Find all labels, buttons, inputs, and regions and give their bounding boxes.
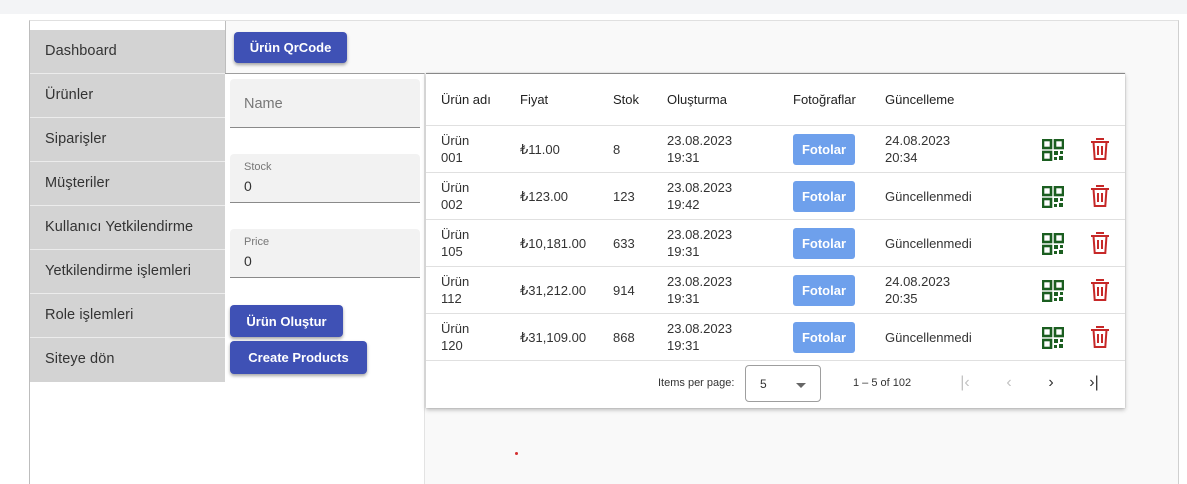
- product-stock: 868: [613, 330, 635, 345]
- product-name: Ürün 002: [441, 180, 470, 212]
- product-created: 23.08.2023 19:42: [667, 180, 733, 212]
- sidebar-item-authorization-operations[interactable]: Yetkilendirme işlemleri: [30, 250, 225, 294]
- sidebar-item-products[interactable]: Ürünler: [30, 74, 225, 118]
- header-created[interactable]: Oluşturma: [667, 92, 727, 107]
- product-updated: 24.08.2023 20:35: [885, 274, 951, 306]
- stock-label: Stock: [244, 161, 272, 173]
- sidebar-item-role-operations[interactable]: Role işlemleri: [30, 294, 225, 338]
- product-created: 23.08.2023 19:31: [667, 227, 733, 259]
- sidebar-item-dashboard[interactable]: Dashboard: [30, 30, 225, 74]
- product-created: 23.08.2023 19:31: [667, 274, 733, 306]
- qrcode-icon[interactable]: [1042, 233, 1064, 255]
- chevron-left-icon[interactable]: ‹: [998, 372, 1020, 394]
- chevron-right-icon[interactable]: ›: [1040, 372, 1062, 394]
- product-name: Ürün 001: [441, 133, 470, 165]
- photos-button[interactable]: Fotolar: [793, 228, 855, 259]
- table-row: Ürün 120 ₺31,109.00 868 23.08.2023 19:31 F…: [426, 314, 1125, 361]
- sidebar-item-orders[interactable]: Siparişler: [30, 118, 225, 162]
- table-row: Ürün 112 ₺31,212.00 914 23.08.2023 19:31 F…: [426, 267, 1125, 314]
- qrcode-icon[interactable]: [1042, 280, 1064, 302]
- delete-icon[interactable]: [1089, 137, 1111, 161]
- sidebar: Dashboard Ürünler Siparişler Müşteriler …: [30, 30, 225, 382]
- product-stock: 123: [613, 189, 635, 204]
- name-field[interactable]: Name: [230, 79, 420, 128]
- product-price: ₺10,181.00: [520, 236, 587, 251]
- table-row: Ürün 105 ₺10,181.00 633 23.08.2023 19:31 F…: [426, 220, 1125, 267]
- header-updated[interactable]: Güncelleme: [885, 92, 954, 107]
- photos-button[interactable]: Fotolar: [793, 275, 855, 306]
- price-value: 0: [244, 253, 252, 269]
- sidebar-item-user-authorization[interactable]: Kullanıcı Yetkilendirme: [30, 206, 225, 250]
- product-price: ₺31,212.00: [520, 283, 587, 298]
- red-dot: [515, 452, 518, 455]
- table-row: Ürün 002 ₺123.00 123 23.08.2023 19:42 Foto…: [426, 173, 1125, 220]
- header-photos[interactable]: Fotoğraflar: [793, 92, 856, 107]
- create-product-tr-button[interactable]: Ürün Oluştur: [230, 305, 343, 337]
- product-price: ₺11.00: [520, 142, 560, 157]
- delete-icon[interactable]: [1089, 278, 1111, 302]
- first-page-icon[interactable]: |‹: [954, 372, 976, 394]
- stock-field[interactable]: Stock 0: [230, 154, 420, 203]
- qrcode-icon[interactable]: [1042, 327, 1064, 349]
- stock-value: 0: [244, 178, 252, 194]
- browser-topbar: [0, 0, 1187, 14]
- product-name: Ürün 112: [441, 274, 470, 306]
- product-updated: Güncellenmedi: [885, 330, 972, 345]
- product-updated: 24.08.2023 20:34: [885, 133, 951, 165]
- qrcode-icon[interactable]: [1042, 139, 1064, 161]
- create-product-panel: [225, 73, 425, 484]
- product-name: Ürün 120: [441, 321, 470, 353]
- product-name: Ürün 105: [441, 227, 470, 259]
- header-stock[interactable]: Stok: [613, 92, 639, 107]
- products-table: Ürün adı Fiyat Stok Oluşturma Fotoğrafla…: [426, 73, 1125, 408]
- table-row: Ürün 001 ₺11.00 8 23.08.2023 19:31 Fotolar…: [426, 126, 1125, 173]
- create-products-button[interactable]: Create Products: [230, 341, 367, 374]
- last-page-icon[interactable]: ›|: [1083, 372, 1105, 394]
- price-field[interactable]: Price 0: [230, 229, 420, 278]
- product-price: ₺123.00: [520, 189, 569, 204]
- product-stock: 914: [613, 283, 635, 298]
- qrcode-icon[interactable]: [1042, 186, 1064, 208]
- dropdown-arrow-icon: [796, 383, 806, 388]
- page-range-label: 1 – 5 of 102: [853, 377, 912, 389]
- sidebar-item-back-to-site[interactable]: Siteye dön: [30, 338, 225, 382]
- photos-button[interactable]: Fotolar: [793, 181, 855, 212]
- product-price: ₺31,109.00: [520, 330, 587, 345]
- product-updated: Güncellenmedi: [885, 189, 972, 204]
- price-label: Price: [244, 236, 270, 248]
- table-header: Ürün adı Fiyat Stok Oluşturma Fotoğrafla…: [426, 74, 1125, 126]
- page-size-value: 5: [760, 377, 767, 391]
- photos-button[interactable]: Fotolar: [793, 134, 855, 165]
- product-stock: 633: [613, 236, 635, 251]
- product-created: 23.08.2023 19:31: [667, 321, 733, 353]
- photos-button[interactable]: Fotolar: [793, 322, 855, 353]
- delete-icon[interactable]: [1089, 184, 1111, 208]
- paginator: Items per page: 5 1 – 5 of 102 |‹ ‹ › ›|: [426, 360, 1125, 408]
- sidebar-item-customers[interactable]: Müşteriler: [30, 162, 225, 206]
- delete-icon[interactable]: [1089, 231, 1111, 255]
- product-qrcode-button[interactable]: Ürün QrCode: [234, 32, 347, 63]
- page-size-select[interactable]: 5: [745, 365, 821, 402]
- header-price[interactable]: Fiyat: [520, 92, 548, 107]
- header-product-name[interactable]: Ürün adı: [441, 92, 491, 107]
- items-per-page-label: Items per page:: [658, 377, 735, 389]
- name-placeholder: Name: [244, 96, 283, 112]
- product-stock: 8: [613, 142, 621, 157]
- product-created: 23.08.2023 19:31: [667, 133, 733, 165]
- delete-icon[interactable]: [1089, 325, 1111, 349]
- product-updated: Güncellenmedi: [885, 236, 972, 251]
